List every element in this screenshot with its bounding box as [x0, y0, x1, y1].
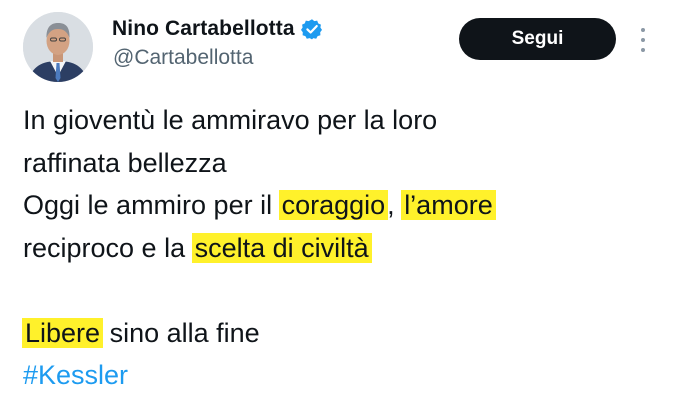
verified-badge-icon [300, 18, 323, 40]
author-avatar[interactable] [23, 12, 93, 82]
tweet-line: reciproco e la scelta di civiltà [23, 227, 663, 270]
tweet-text-segment: reciproco e la [23, 232, 193, 263]
tweet-text-segment: In gioventù le ammiravo per la loro [23, 105, 438, 135]
more-dot [641, 28, 645, 32]
highlighted-phrase-scelta: scelta di civiltà [191, 232, 372, 263]
author-display-name[interactable]: Nino Cartabellotta [112, 17, 295, 41]
tweet-line: In gioventù le ammiravo per la loro [23, 99, 663, 142]
tweet-line: #Kessler [23, 354, 663, 397]
tweet-text-segment: raffinata bellezza [23, 147, 227, 178]
more-options-icon[interactable] [635, 28, 651, 52]
avatar-photo [23, 12, 93, 82]
author-handle[interactable]: @Cartabellotta [113, 46, 253, 70]
follow-button[interactable]: Segui [459, 18, 616, 60]
highlighted-word-amore: l’amore [401, 190, 496, 220]
hashtag-link[interactable]: #Kessler [23, 360, 128, 390]
highlighted-word-coraggio: coraggio [278, 190, 389, 220]
more-dot [641, 38, 645, 42]
tweet-text-segment: Oggi le ammiro per il [23, 190, 280, 220]
highlighted-word-libere: Libere [22, 317, 104, 348]
author-name-row: Nino Cartabellotta [112, 14, 323, 44]
tweet-line: Libere sino alla fine [22, 312, 663, 355]
tweet-text-segment: , [387, 190, 403, 220]
tweet-line: Oggi le ammiro per il coraggio, l’amore [23, 184, 663, 227]
more-dot [641, 48, 645, 52]
tweet-text: In gioventù le ammiravo per la loro raff… [22, 99, 663, 397]
tweet-line: raffinata bellezza [23, 142, 663, 185]
tweet-text-segment: sino alla fine [102, 317, 260, 348]
